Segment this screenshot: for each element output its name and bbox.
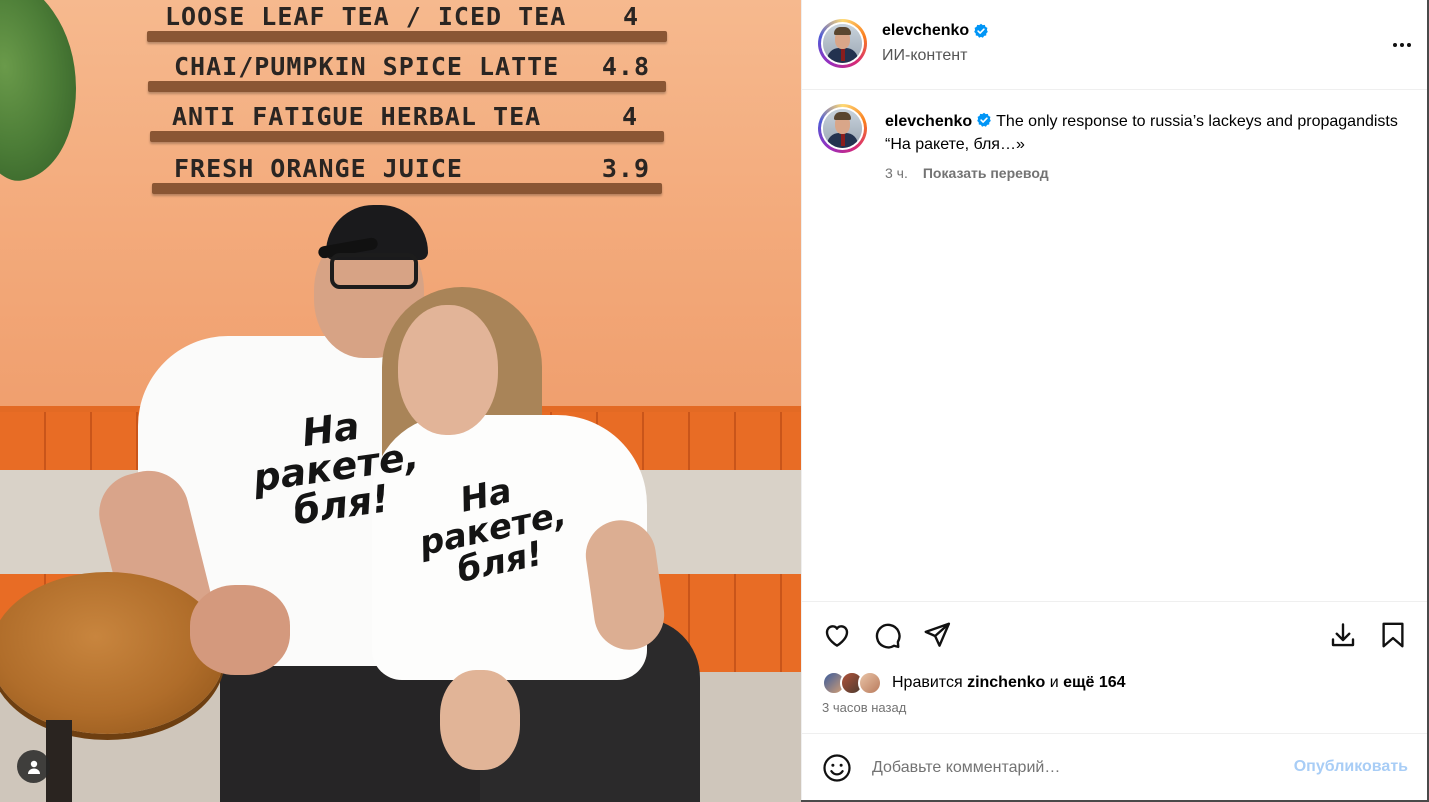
menu-board	[148, 81, 666, 92]
more-options-button[interactable]	[1390, 33, 1414, 57]
bookmark-icon[interactable]	[1378, 620, 1408, 650]
table-leg	[46, 720, 72, 802]
caption-text: elevchenko The only response to russia’s…	[885, 110, 1405, 156]
caption-avatar[interactable]	[818, 104, 867, 153]
likes-joiner: и	[1049, 674, 1059, 691]
likes-count[interactable]: ещё 164	[1063, 674, 1125, 691]
menu-board	[150, 131, 664, 142]
likes-row[interactable]: Нравится zinchenko и ещё 164	[822, 668, 1126, 698]
download-icon[interactable]	[1328, 620, 1358, 650]
emoji-icon[interactable]	[822, 753, 852, 783]
post-time-ago[interactable]: 3 часов назад	[822, 700, 906, 715]
ai-content-label[interactable]: ИИ-контент	[882, 47, 967, 65]
liker-avatar	[858, 671, 882, 695]
menu-board-row: CHAI/PUMPKIN SPICE LATTE 4.8	[148, 52, 666, 92]
round-table	[0, 572, 225, 734]
dot	[1393, 43, 1397, 47]
menu-item: ANTI FATIGUE HERBAL TEA	[172, 102, 542, 131]
liker-username[interactable]: zinchenko	[967, 674, 1045, 691]
caption-meta: 3 ч. Показать перевод	[885, 165, 1049, 181]
menu-price: 4	[622, 2, 639, 31]
likes-text: Нравится zinchenko и ещё 164	[892, 674, 1126, 692]
post-photo[interactable]: LOOSE LEAF TEA / ICED TEA 4 CHAI/PUMPKIN…	[0, 0, 801, 802]
menu-item: LOOSE LEAF TEA / ICED TEA	[165, 2, 567, 31]
menu-board-row: ANTI FATIGUE HERBAL TEA 4	[150, 102, 664, 142]
post-details-panel: elevchenko ИИ-контент elevchenko The onl…	[801, 0, 1428, 800]
heart-icon[interactable]	[822, 620, 852, 650]
menu-price: 3.9	[601, 154, 650, 183]
username-text[interactable]: elevchenko	[882, 22, 969, 40]
man-glasses	[330, 253, 418, 289]
dot	[1400, 43, 1404, 47]
send-icon[interactable]	[922, 620, 952, 650]
show-translation-button[interactable]: Показать перевод	[923, 165, 1049, 181]
menu-item: CHAI/PUMPKIN SPICE LATTE	[174, 52, 560, 81]
verified-badge-icon	[974, 23, 988, 38]
likes-prefix: Нравится	[892, 674, 963, 691]
menu-item: FRESH ORANGE JUICE	[174, 154, 463, 183]
caption-time[interactable]: 3 ч.	[885, 165, 908, 181]
avatar[interactable]	[818, 19, 867, 68]
comment-icon[interactable]	[872, 620, 902, 650]
man-hand	[190, 585, 290, 675]
caption-block: elevchenko The only response to russia’s…	[802, 90, 1428, 600]
comment-input[interactable]	[872, 756, 1272, 780]
person-icon	[27, 760, 40, 774]
action-bar	[802, 601, 1428, 666]
menu-board	[147, 31, 667, 42]
caption-username[interactable]: elevchenko	[885, 113, 972, 130]
menu-price: 4.8	[601, 52, 650, 81]
comment-bar: Опубликовать	[802, 733, 1428, 800]
verified-badge-icon	[977, 112, 991, 127]
dot	[1407, 43, 1411, 47]
tagged-users-button[interactable]	[17, 750, 50, 783]
author-username[interactable]: elevchenko	[882, 22, 989, 40]
menu-price: 4	[621, 102, 638, 131]
woman-hands	[440, 670, 520, 770]
publish-button[interactable]: Опубликовать	[1294, 758, 1408, 776]
menu-board-row: FRESH ORANGE JUICE 3.9	[152, 154, 662, 194]
menu-board	[152, 183, 662, 194]
post-header: elevchenko ИИ-контент	[802, 0, 1428, 90]
menu-board-row: LOOSE LEAF TEA / ICED TEA 4	[147, 2, 667, 42]
